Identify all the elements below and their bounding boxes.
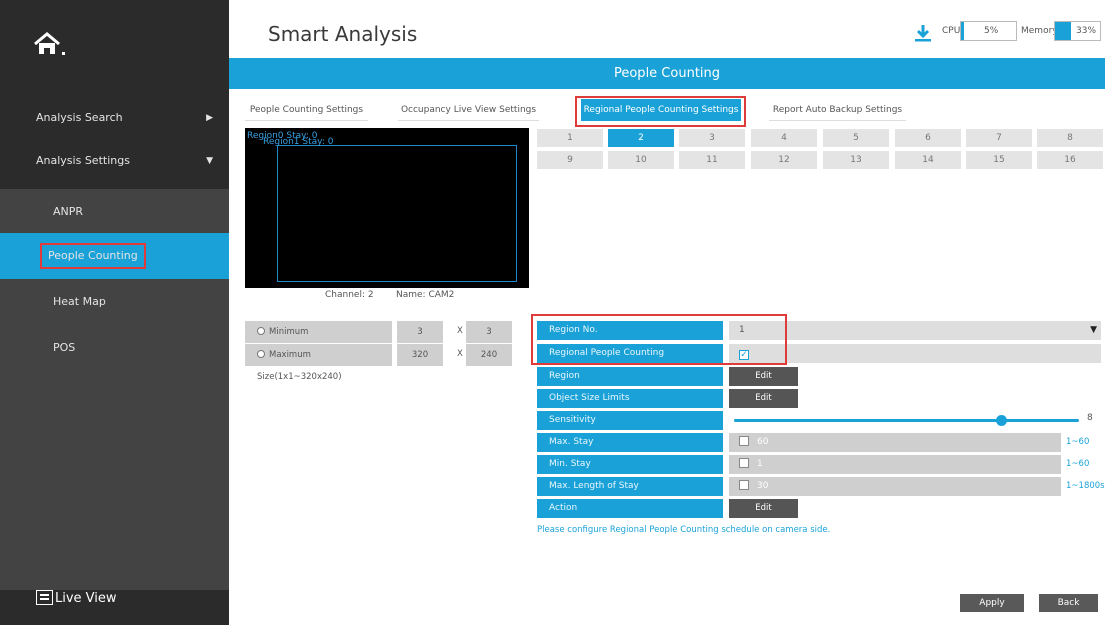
radio-icon[interactable] [257,350,265,358]
max-length-field[interactable]: 30 [729,477,1061,496]
chevron-right-icon: ▶ [206,113,213,123]
channel-label: Channel: 2 [325,290,374,300]
region-button-11[interactable]: 11 [679,151,745,169]
region-button-13[interactable]: 13 [823,151,889,169]
download-icon[interactable] [914,24,932,42]
times-label: X [457,349,463,359]
max-length-value: 30 [757,481,769,491]
sensitivity-value: 8 [1087,413,1093,423]
times-label: X [457,326,463,336]
live-view-button[interactable]: Live View [36,590,117,606]
region-outline [277,145,517,282]
tab-occupancy-live-view-settings[interactable]: Occupancy Live View Settings [398,99,539,121]
region-button-4[interactable]: 4 [751,129,817,147]
cpu-label: CPU [942,26,961,36]
sidebar: Analysis Search ▶ Analysis Settings ▼ AN… [0,0,229,625]
sidebar-item-label: Heat Map [53,295,106,308]
max-length-checkbox[interactable] [739,480,749,490]
highlight-box [531,314,787,365]
region-button-14[interactable]: 14 [895,151,961,169]
max-stay-value: 60 [757,437,769,447]
sidebar-item-people-counting[interactable]: People Counting [0,233,229,279]
region-edit-button[interactable]: Edit [729,367,798,386]
min-size-option[interactable]: Minimum Size(1x1~320x240) [245,321,392,359]
sidebar-item-analysis-settings[interactable]: Analysis Settings ▼ [0,138,229,184]
sidebar-item-label: ANPR [53,205,84,218]
region-button-15[interactable]: 15 [966,151,1032,169]
min-stay-checkbox[interactable] [739,458,749,468]
sidebar-item-label: POS [53,341,76,354]
sidebar-item-analysis-search[interactable]: Analysis Search ▶ [0,95,229,141]
object-size-edit-button[interactable]: Edit [729,389,798,408]
dropdown-arrow-icon: ▼ [1090,325,1097,335]
cpu-meter: 5% [960,21,1017,41]
max-width-input[interactable]: 320 [397,344,443,366]
tab-people-counting-settings[interactable]: People Counting Settings [245,99,368,121]
min-stay-label: Min. Stay [537,455,723,474]
max-size-option[interactable]: Maximum Size(1x1~320x240) [245,344,392,382]
max-stay-range: 1~60 [1066,437,1090,447]
memory-label: Memory [1021,26,1058,36]
max-size-label: Maximum Size(1x1~320x240) [257,350,342,382]
region-button-2[interactable]: 2 [608,129,674,147]
max-length-label: Max. Length of Stay [537,477,723,496]
region-overlay-label: Region1 Stay: 0 [263,137,334,147]
max-stay-field[interactable]: 60 [729,433,1061,452]
min-stay-range: 1~60 [1066,459,1090,469]
min-height-input[interactable]: 3 [466,321,512,343]
page-title: Smart Analysis [268,22,418,46]
highlight-box [575,96,746,127]
sidebar-item-label: Analysis Search [36,111,123,124]
memory-meter: 33% [1054,21,1101,41]
sidebar-item-label: People Counting [40,243,146,269]
sensitivity-slider[interactable] [734,419,1079,422]
sensitivity-slider-handle[interactable] [996,415,1007,426]
chevron-down-icon: ▼ [206,156,213,166]
max-stay-checkbox[interactable] [739,436,749,446]
region-button-9[interactable]: 9 [537,151,603,169]
camera-preview: Region0 Stay: 0 Region1 Stay: 0 [245,128,529,288]
sensitivity-label: Sensitivity [537,411,723,430]
region-button-10[interactable]: 10 [608,151,674,169]
region-button-3[interactable]: 3 [679,129,745,147]
region-button-12[interactable]: 12 [751,151,817,169]
tab-report-auto-backup-settings[interactable]: Report Auto Backup Settings [769,99,906,121]
region-button-1[interactable]: 1 [537,129,603,147]
sidebar-item-pos[interactable]: POS [0,325,229,590]
section-bar: People Counting [229,58,1105,89]
back-button[interactable]: Back [1039,594,1098,612]
max-length-range: 1~1800s [1066,481,1105,491]
home-icon[interactable] [33,30,67,60]
object-size-label: Object Size Limits [537,389,723,408]
max-stay-label: Max. Stay [537,433,723,452]
sidebar-item-anpr[interactable]: ANPR [0,189,229,235]
radio-icon[interactable] [257,327,265,335]
region-button-16[interactable]: 16 [1037,151,1103,169]
action-label: Action [537,499,723,518]
camera-name-label: Name: CAM2 [396,290,455,300]
region-label: Region [537,367,723,386]
memory-value: 33% [1076,26,1097,36]
cpu-value: 5% [984,26,999,36]
live-view-label: Live View [55,591,117,606]
max-height-input[interactable]: 240 [466,344,512,366]
apply-button[interactable]: Apply [960,594,1024,612]
min-stay-field[interactable]: 1 [729,455,1061,474]
action-edit-button[interactable]: Edit [729,499,798,518]
region-button-5[interactable]: 5 [823,129,889,147]
sidebar-item-label: Analysis Settings [36,154,130,167]
region-button-7[interactable]: 7 [966,129,1032,147]
schedule-note: Please configure Regional People Countin… [537,525,831,535]
region-button-6[interactable]: 6 [895,129,961,147]
sidebar-item-heat-map[interactable]: Heat Map [0,279,229,325]
live-view-icon [36,590,53,605]
min-width-input[interactable]: 3 [397,321,443,343]
region-button-8[interactable]: 8 [1037,129,1103,147]
min-stay-value: 1 [757,459,763,469]
